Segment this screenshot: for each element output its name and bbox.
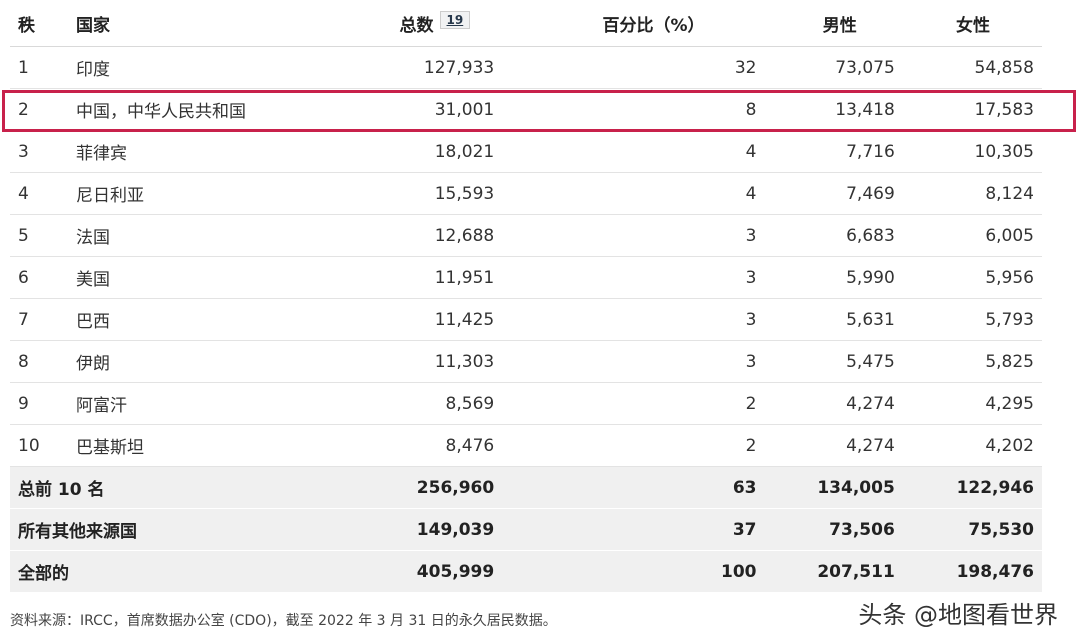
cell-percent: 3 [502, 214, 765, 257]
summary-total: 405,999 [336, 550, 503, 593]
cell-rank: 7 [10, 298, 76, 341]
cell-female: 4,202 [902, 424, 1042, 467]
cell-female: 10,305 [902, 130, 1042, 173]
summary-total: 149,039 [336, 508, 503, 551]
table-row: 3 菲律宾 18,021 4 7,716 10,305 [10, 130, 1042, 173]
cell-rank: 5 [10, 214, 76, 257]
cell-country: 尼日利亚 [76, 172, 336, 215]
cell-percent: 2 [502, 382, 765, 425]
summary-female: 198,476 [902, 550, 1042, 593]
summary-percent: 63 [502, 466, 765, 509]
summary-percent: 100 [502, 550, 765, 593]
cell-female: 4,295 [902, 382, 1042, 425]
cell-rank: 4 [10, 172, 76, 215]
cell-total: 12,688 [336, 214, 503, 257]
cell-male: 4,274 [764, 382, 903, 425]
cell-male: 5,631 [764, 298, 903, 341]
table-header-row: 秩 国家 总数 19 百分比（%） 男性 女性 [10, 0, 1042, 47]
header-total-label: 总数 [399, 15, 434, 36]
cell-country: 印度 [76, 46, 336, 89]
summary-male: 73,506 [764, 508, 903, 551]
summary-percent: 37 [502, 508, 765, 551]
source-note: 资料来源：IRCC，首席数据办公室 (CDO)，截至 2022 年 3 月 31… [10, 613, 557, 629]
cell-male: 5,475 [764, 340, 903, 383]
summary-row-others: 所有其他来源国 149,039 37 73,506 75,530 [10, 508, 1042, 551]
summary-row-top10: 总前 10 名 256,960 63 134,005 122,946 [10, 466, 1042, 509]
cell-percent: 32 [502, 46, 765, 89]
summary-male: 207,511 [764, 550, 903, 593]
cell-percent: 4 [502, 172, 765, 215]
table-row: 10 巴基斯坦 8,476 2 4,274 4,202 [10, 424, 1042, 467]
header-rank: 秩 [10, 0, 76, 47]
cell-country: 巴西 [76, 298, 336, 341]
summary-label: 全部的 [10, 550, 336, 593]
cell-total: 127,933 [336, 46, 503, 89]
cell-country: 阿富汗 [76, 382, 336, 425]
cell-female: 6,005 [902, 214, 1042, 257]
cell-percent: 3 [502, 298, 765, 341]
cell-rank: 9 [10, 382, 76, 425]
cell-rank: 3 [10, 130, 76, 173]
cell-country: 巴基斯坦 [76, 424, 336, 467]
header-male: 男性 [764, 0, 903, 47]
cell-male: 6,683 [764, 214, 903, 257]
summary-male: 134,005 [764, 466, 903, 509]
cell-rank: 8 [10, 340, 76, 383]
cell-rank: 6 [10, 256, 76, 299]
header-female: 女性 [902, 0, 1042, 47]
footnote-link[interactable]: 19 [439, 10, 471, 29]
china-row-highlight [2, 90, 1076, 132]
cell-female: 5,793 [902, 298, 1042, 341]
table-row: 9 阿富汗 8,569 2 4,274 4,295 [10, 382, 1042, 425]
header-country: 国家 [76, 0, 336, 47]
cell-total: 8,569 [336, 382, 503, 425]
cell-total: 11,425 [336, 298, 503, 341]
cell-female: 54,858 [902, 46, 1042, 89]
cell-percent: 3 [502, 256, 765, 299]
summary-female: 122,946 [902, 466, 1042, 509]
cell-percent: 2 [502, 424, 765, 467]
summary-total: 256,960 [336, 466, 503, 509]
summary-label: 所有其他来源国 [10, 508, 336, 551]
table-row: 7 巴西 11,425 3 5,631 5,793 [10, 298, 1042, 341]
cell-male: 7,716 [764, 130, 903, 173]
summary-row-all: 全部的 405,999 100 207,511 198,476 [10, 550, 1042, 593]
cell-rank: 10 [10, 424, 76, 467]
cell-total: 8,476 [336, 424, 503, 467]
cell-country: 美国 [76, 256, 336, 299]
cell-female: 8,124 [902, 172, 1042, 215]
cell-total: 11,951 [336, 256, 503, 299]
table-row: 6 美国 11,951 3 5,990 5,956 [10, 256, 1042, 299]
cell-male: 5,990 [764, 256, 903, 299]
table-row: 5 法国 12,688 3 6,683 6,005 [10, 214, 1042, 257]
cell-total: 15,593 [336, 172, 503, 215]
table-row: 1 印度 127,933 32 73,075 54,858 [10, 46, 1042, 89]
cell-total: 18,021 [336, 130, 503, 173]
cell-percent: 4 [502, 130, 765, 173]
cell-country: 伊朗 [76, 340, 336, 383]
cell-male: 7,469 [764, 172, 903, 215]
header-total: 总数 19 [336, 0, 503, 47]
watermark: 头条 @地图看世界 [858, 601, 1058, 629]
header-percent: 百分比（%） [502, 0, 765, 47]
summary-female: 75,530 [902, 508, 1042, 551]
cell-male: 73,075 [764, 46, 903, 89]
cell-rank: 1 [10, 46, 76, 89]
cell-country: 菲律宾 [76, 130, 336, 173]
cell-country: 法国 [76, 214, 336, 257]
table-row: 8 伊朗 11,303 3 5,475 5,825 [10, 340, 1042, 383]
summary-label: 总前 10 名 [10, 466, 336, 509]
cell-female: 5,956 [902, 256, 1042, 299]
cell-male: 4,274 [764, 424, 903, 467]
cell-percent: 3 [502, 340, 765, 383]
cell-female: 5,825 [902, 340, 1042, 383]
table-row: 4 尼日利亚 15,593 4 7,469 8,124 [10, 172, 1042, 215]
immigration-table: 秩 国家 总数 19 百分比（%） 男性 女性 1 印度 127,933 32 7… [10, 0, 1042, 593]
cell-total: 11,303 [336, 340, 503, 383]
